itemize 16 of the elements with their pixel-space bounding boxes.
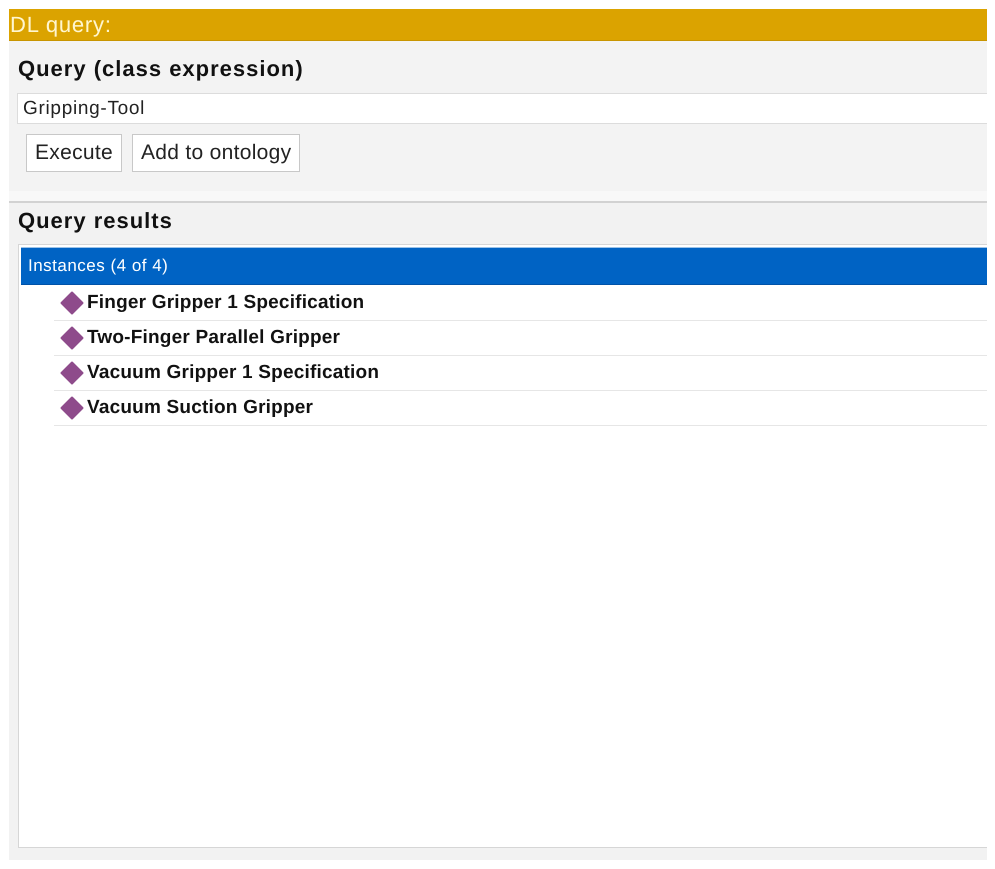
execute-button[interactable]: Execute (26, 134, 122, 172)
instances-header[interactable]: Instances (4 of 4) (21, 247, 987, 285)
diamond-icon (60, 396, 84, 420)
diamond-icon (60, 361, 84, 385)
class-expression-field[interactable]: Gripping-Tool (17, 93, 987, 124)
query-heading: Query (class expression) (18, 57, 305, 81)
window-title: DL query: (10, 12, 112, 38)
diamond-icon (60, 291, 84, 315)
diamond-icon (60, 326, 84, 350)
instance-item[interactable]: Two-Finger Parallel Gripper (54, 321, 987, 356)
add-to-ontology-button[interactable]: Add to ontology (132, 134, 300, 172)
instance-item[interactable]: Vacuum Gripper 1 Specification (54, 356, 987, 391)
panel-splitter[interactable] (9, 191, 987, 203)
instance-item[interactable]: Finger Gripper 1 Specification (54, 286, 987, 321)
instance-item[interactable]: Vacuum Suction Gripper (54, 391, 987, 426)
results-heading: Query results (18, 209, 174, 233)
